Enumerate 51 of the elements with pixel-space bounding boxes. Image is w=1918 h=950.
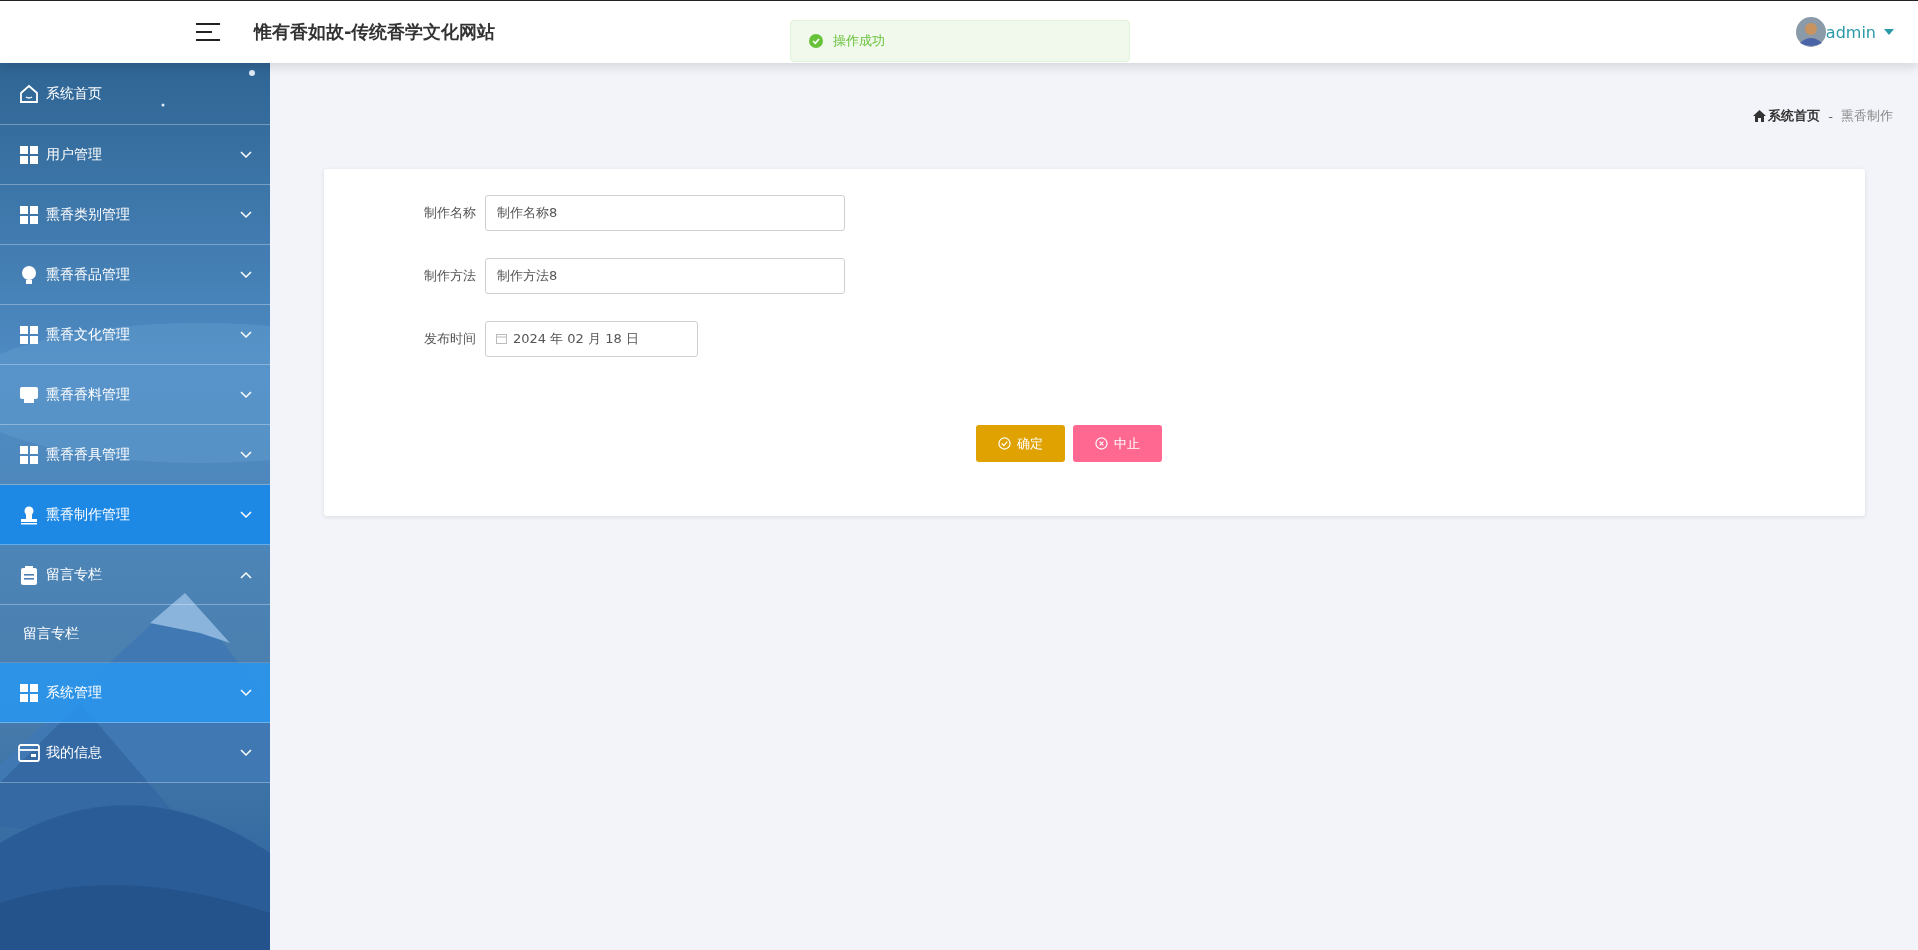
home-icon (1753, 110, 1767, 122)
chevron-down-icon (240, 150, 252, 159)
home-icon (19, 83, 39, 104)
breadcrumb-link[interactable]: 系统首页 (1753, 107, 1821, 125)
grid-icon (20, 683, 38, 702)
sidebar-item[interactable]: 熏香制作管理 (0, 485, 270, 545)
breadcrumb-separator: - (1828, 108, 1833, 124)
chevron-down-icon (240, 748, 252, 757)
avatar-icon (1795, 17, 1826, 47)
cancel-button[interactable]: 中止 (1072, 425, 1162, 462)
chevron-down-icon (240, 270, 252, 279)
chevron-down-icon (240, 390, 252, 399)
success-toast: 操作成功 (790, 20, 1130, 62)
close-circle-icon (1094, 437, 1108, 450)
site-title: 惟有香如故-传统香学文化网站 (254, 20, 496, 44)
chevron-down-icon (240, 330, 252, 339)
card-icon (18, 743, 40, 762)
grid-icon (20, 325, 38, 344)
sidebar-item[interactable]: 系统管理 (0, 663, 270, 723)
chevron-down-icon (240, 688, 252, 697)
sidebar-item[interactable]: 系统首页 (0, 63, 270, 125)
breadcrumb-current: 熏香制作 (1841, 107, 1893, 125)
chevron-down-icon (240, 210, 252, 219)
sidebar-item[interactable]: 熏香香料管理 (0, 365, 270, 425)
check-circle-icon (997, 437, 1011, 450)
field-label: 发布时间 (423, 330, 476, 348)
sidebar-item[interactable]: 熏香文化管理 (0, 305, 270, 365)
date-field[interactable]: 2024 年 02 月 18 日 (485, 321, 698, 357)
stamp-icon (19, 504, 39, 525)
sidebar-item[interactable]: 熏香类别管理 (0, 185, 270, 245)
grid-icon (20, 445, 38, 464)
confirm-button[interactable]: 确定 (975, 425, 1065, 462)
grid-icon (20, 205, 38, 224)
grid-icon (20, 145, 38, 164)
clipboard-icon (20, 564, 38, 585)
sidebar-item[interactable]: 我的信息 (0, 723, 270, 783)
sidebar-item[interactable]: 用户管理 (0, 125, 270, 185)
input-field[interactable]: 制作名称8 (485, 195, 845, 231)
sidebar-item[interactable]: 留言专栏 (0, 545, 270, 605)
chevron-down-icon (240, 510, 252, 519)
field-label: 制作名称 (423, 204, 476, 222)
field-label: 制作方法 (423, 267, 476, 285)
chevron-down-icon (240, 450, 252, 459)
user-menu[interactable]: admin (1825, 22, 1894, 42)
sidebar-item[interactable]: 熏香香品管理 (0, 245, 270, 305)
caret-down-icon (1884, 28, 1894, 36)
chevron-up-icon (240, 570, 252, 579)
input-field[interactable]: 制作方法8 (485, 258, 845, 294)
bulb-icon (20, 264, 38, 285)
menu-button[interactable] (196, 22, 220, 42)
check-circle-icon (809, 34, 823, 48)
